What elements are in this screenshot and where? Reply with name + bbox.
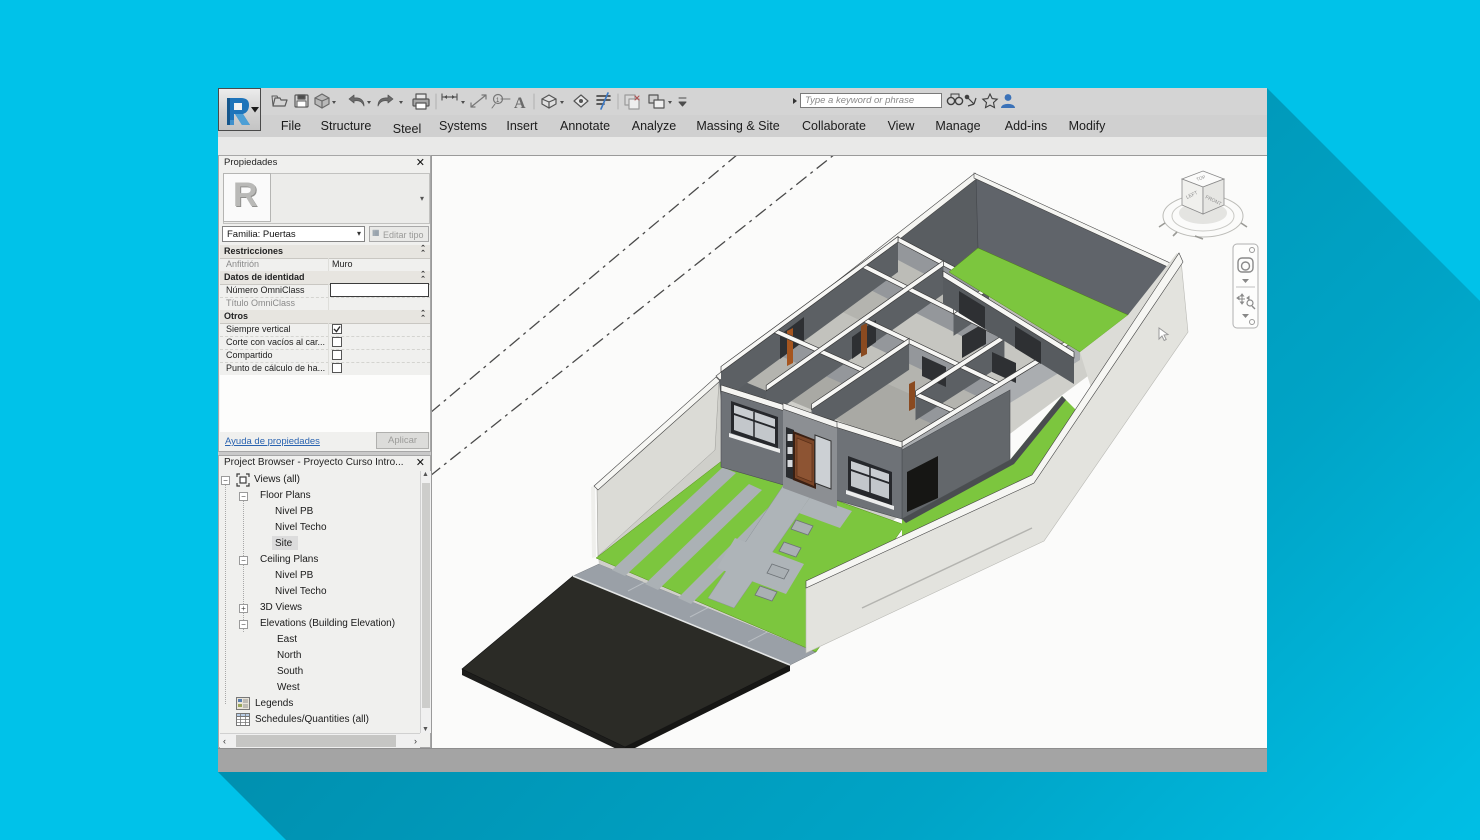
svg-text:A: A [514, 95, 526, 112]
